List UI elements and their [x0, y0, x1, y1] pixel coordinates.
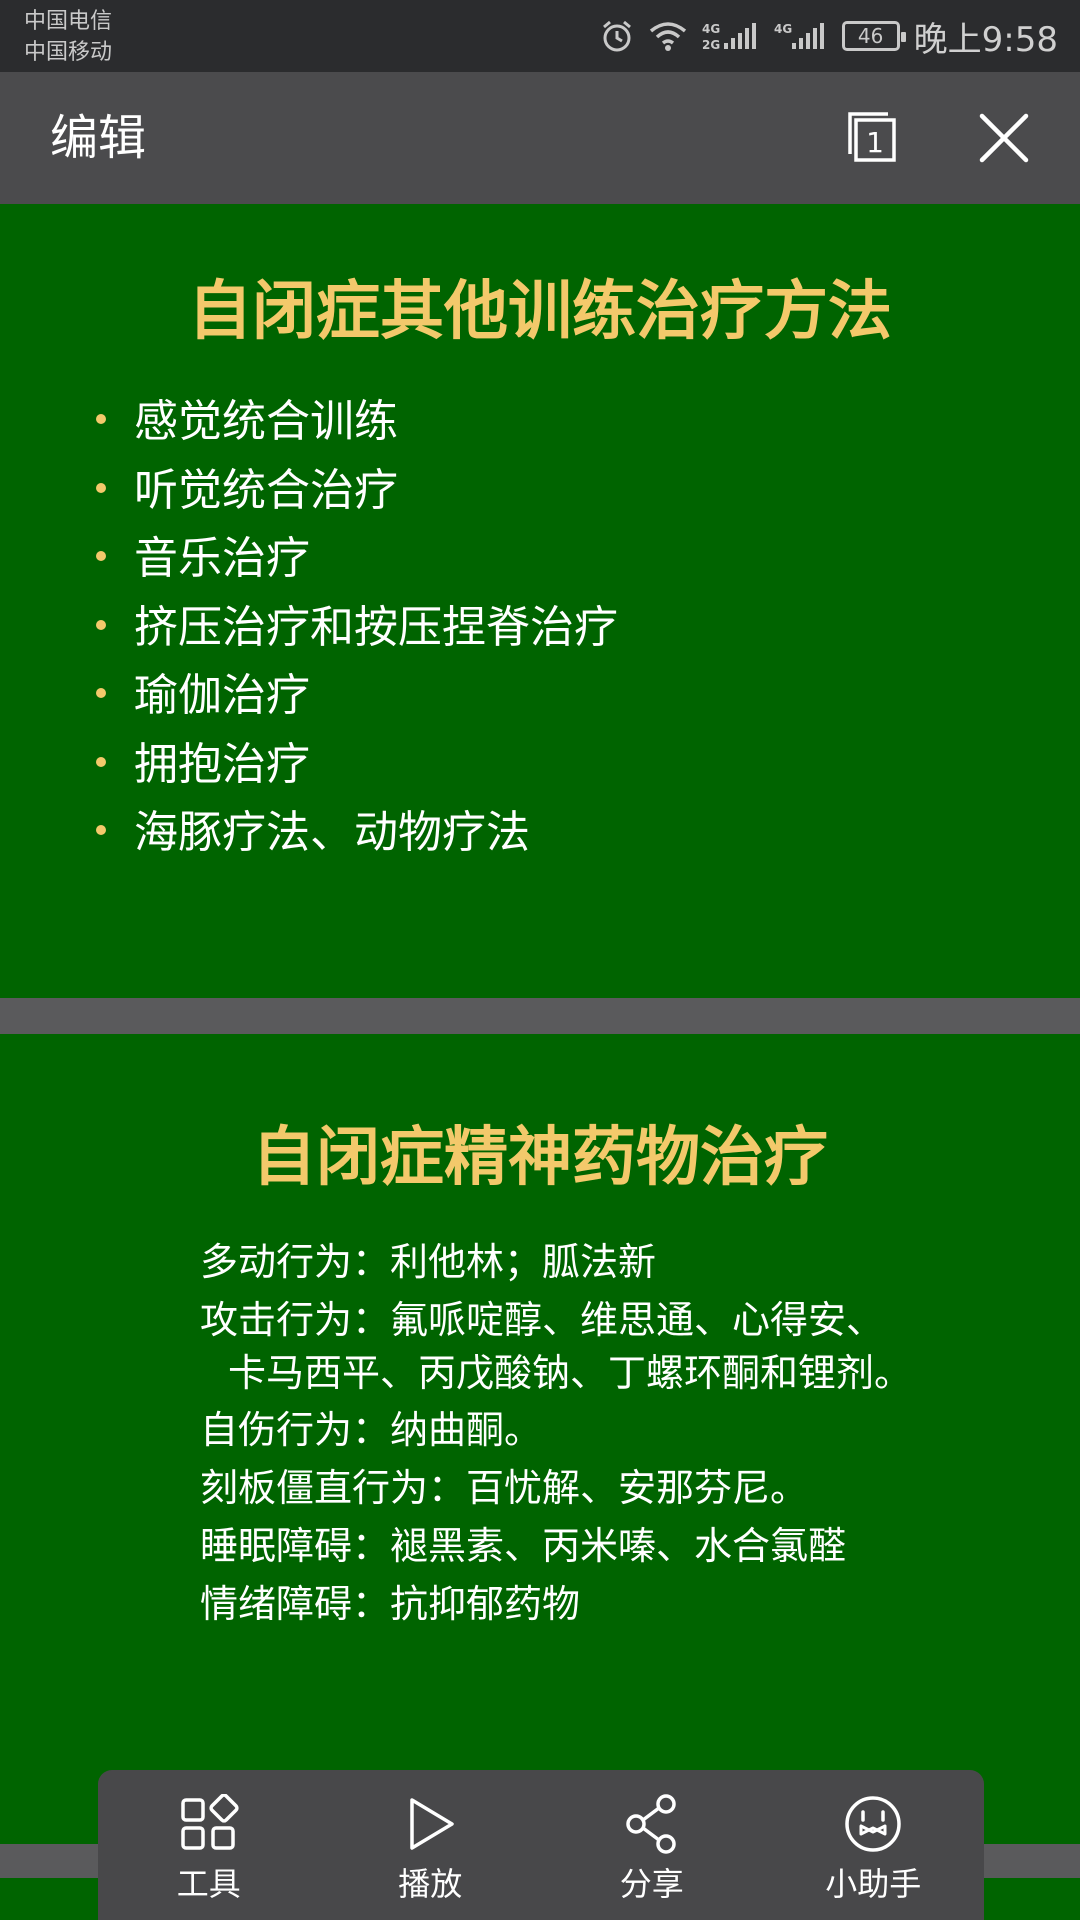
- signal-4g2g-icon: 4G 2G: [702, 22, 756, 52]
- play-button[interactable]: 播放: [330, 1770, 530, 1920]
- list-item: 瑜伽治疗: [92, 662, 618, 731]
- list-item: 情绪障碍：抗抑郁药物: [200, 1582, 581, 1626]
- slide-1[interactable]: 自闭症其他训练治疗方法 感觉统合训练 听觉统合治疗 音乐治疗 挤压治疗和按压捏脊…: [0, 204, 1080, 998]
- slide-2[interactable]: 自闭症精神药物治疗 多动行为：利他林；胍法新 攻击行为：氟哌啶醇、维思通、心得安…: [0, 1034, 1080, 1844]
- list-item: 感觉统合训练: [92, 388, 618, 457]
- list-item: 攻击行为：氟哌啶醇、维思通、心得安、: [200, 1298, 885, 1342]
- share-label: 分享: [619, 1865, 684, 1903]
- page-count: 1: [866, 126, 884, 159]
- battery-icon: 46: [841, 21, 906, 51]
- wifi-icon: [649, 22, 686, 51]
- list-item: 自伤行为：纳曲酮。: [200, 1408, 543, 1452]
- share-button[interactable]: 分享: [552, 1770, 752, 1920]
- slide-separator: [0, 998, 1080, 1034]
- pages-button[interactable]: 1: [842, 108, 902, 168]
- play-icon: [410, 1798, 454, 1850]
- list-item: 卡马西平、丙戊酸钠、丁螺环酮和锂剂。: [228, 1351, 913, 1395]
- status-icons: 4G 2G 4G 46 晚上9:58: [600, 0, 1058, 72]
- tools-label: 工具: [176, 1865, 241, 1903]
- slide-2-title: 自闭症精神药物治疗: [252, 1121, 828, 1195]
- slide-1-bullets: 感觉统合训练 听觉统合治疗 音乐治疗 挤压治疗和按压捏脊治疗 瑜伽治疗 拥抱治疗…: [92, 388, 618, 868]
- list-item: 多动行为：利他林；胍法新: [200, 1240, 657, 1284]
- carrier-2: 中国移动: [24, 40, 113, 65]
- list-item: 听觉统合治疗: [92, 457, 618, 526]
- list-item: 刻板僵直行为：百忧解、安那芬尼。: [200, 1466, 809, 1510]
- list-item: 拥抱治疗: [92, 731, 618, 800]
- play-label: 播放: [398, 1865, 463, 1903]
- slide-1-title: 自闭症其他训练治疗方法: [188, 275, 892, 349]
- pages-icon: 1: [848, 112, 896, 162]
- status-time: 晚上9:58: [913, 19, 1058, 60]
- carrier-1: 中国电信: [24, 9, 113, 34]
- share-icon: [626, 1794, 676, 1854]
- page-title: 编辑: [50, 110, 147, 166]
- list-item: 海豚疗法、动物疗法: [92, 799, 618, 868]
- app-bar: 编辑 1: [0, 72, 1080, 204]
- close-button[interactable]: [976, 110, 1032, 166]
- signal-4g-icon: 4G: [774, 22, 824, 49]
- svg-text:4G: 4G: [702, 22, 720, 36]
- status-bar: 中国电信 中国移动 4G 2G 4G 46 晚上9:58: [0, 0, 1080, 72]
- slide-2-content: 多动行为：利他林；胍法新 攻击行为：氟哌啶醇、维思通、心得安、 卡马西平、丙戊酸…: [200, 1234, 912, 1634]
- assistant-icon: [845, 1796, 901, 1852]
- assistant-button[interactable]: 小助手: [773, 1770, 973, 1920]
- svg-text:4G: 4G: [774, 22, 792, 36]
- list-item: 音乐治疗: [92, 525, 618, 594]
- assistant-label: 小助手: [825, 1865, 922, 1903]
- list-item: 睡眠障碍：褪黑素、丙米嗪、水合氯醛: [200, 1524, 847, 1568]
- battery-level: 46: [857, 24, 884, 48]
- svg-text:2G: 2G: [702, 38, 720, 52]
- carrier-info: 中国电信 中国移动: [24, 6, 112, 68]
- tools-button[interactable]: 工具: [109, 1770, 309, 1920]
- bottom-toolbar: 工具 播放 分享 小助手: [98, 1770, 984, 1920]
- list-item: 挤压治疗和按压捏脊治疗: [92, 594, 618, 663]
- tools-icon: [181, 1794, 239, 1850]
- alarm-icon: [602, 20, 631, 52]
- close-icon: [979, 113, 1029, 163]
